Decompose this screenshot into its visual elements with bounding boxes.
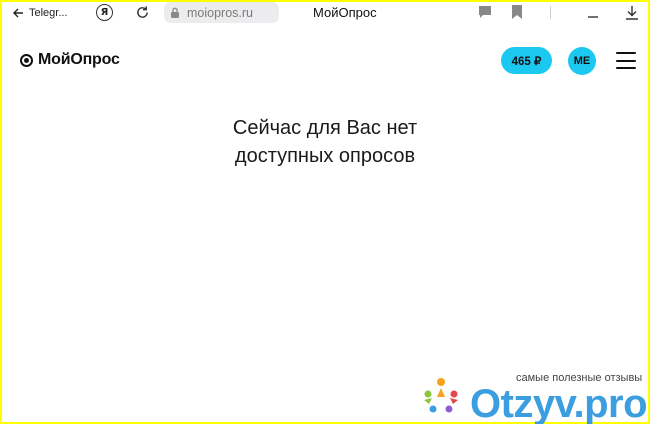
watermark-logo-icon [424,378,458,413]
empty-state-message: Сейчас для Вас нет доступных опросов [2,114,648,170]
lock-icon [171,7,179,18]
browser-toolbar: Telegr... Я moiopros.ru МойОпрос [2,2,648,24]
arrow-left-icon [13,8,23,18]
hamburger-menu-icon[interactable] [616,52,636,69]
balance-badge[interactable]: 465 ₽ [501,47,552,74]
back-button[interactable]: Telegr... [12,4,68,22]
logo-text: МойОпрос [38,51,120,68]
site-logo[interactable]: МойОпрос [20,51,120,69]
download-icon[interactable] [625,5,639,20]
browser-window: Telegr... Я moiopros.ru МойОпрос МойОпро… [2,2,648,422]
yandex-icon[interactable]: Я [96,4,113,21]
address-url: moiopros.ru [187,5,253,20]
chat-icon[interactable] [478,5,492,19]
page-tab-title: МойОпрос [313,5,377,20]
avatar[interactable]: ME [568,47,596,75]
empty-state-line-2: доступных опросов [234,145,416,167]
empty-state-line-1: Сейчас для Вас нет [232,117,418,139]
logo-icon [20,53,33,67]
toolbar-divider [550,6,551,19]
reload-icon[interactable] [135,5,150,20]
watermark-brand: Otzyv.pro [470,382,648,424]
bookmark-icon[interactable] [511,5,523,19]
watermark: самые полезные отзывы Otzyv.pro [420,370,650,424]
address-bar[interactable]: moiopros.ru [164,2,279,23]
back-button-label: Telegr... [29,7,68,19]
minimize-icon[interactable] [587,5,599,19]
